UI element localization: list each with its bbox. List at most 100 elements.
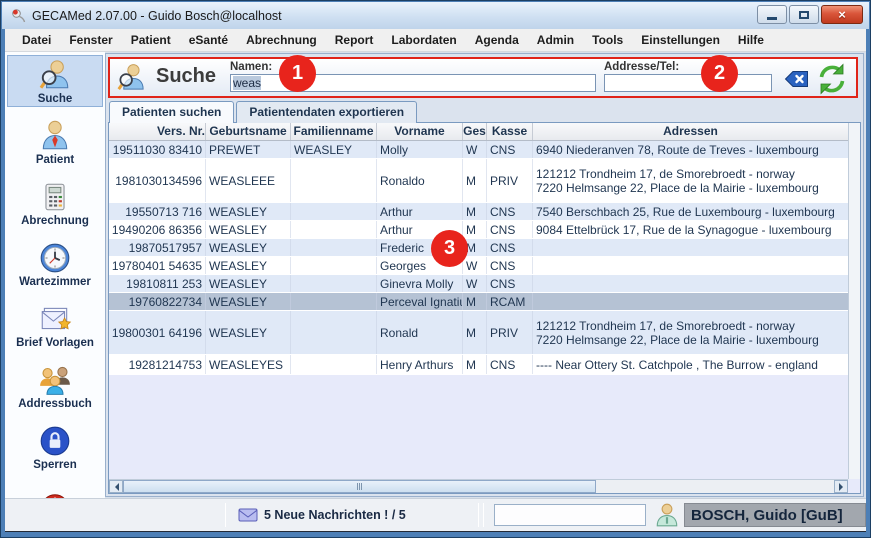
table-row[interactable]: 19780401 54635WEASLEYGeorgesWCNS — [109, 257, 848, 275]
app-icon — [10, 8, 26, 24]
tab-patienten-suchen[interactable]: Patienten suchen — [109, 101, 234, 123]
search-panel: Suche Namen: weas Addresse/Tel: — [108, 57, 858, 98]
cell-geburtsname: WEASLEY — [206, 203, 291, 220]
cell-familienname — [291, 275, 377, 292]
sidebar-item-label: Wartezimmer — [19, 276, 91, 288]
cell-ges: M — [463, 311, 487, 354]
menu-item-labordaten[interactable]: Labordaten — [382, 30, 465, 50]
letter-template-icon — [38, 302, 72, 336]
sidebar-item-label: Patient — [36, 154, 74, 166]
menu-item-agenda[interactable]: Agenda — [466, 30, 528, 50]
scroll-right-arrow[interactable] — [834, 480, 848, 493]
menu-item-fenster[interactable]: Fenster — [60, 30, 121, 50]
cell-ges: W — [463, 141, 487, 158]
column-header-adressen[interactable]: Adressen — [533, 123, 848, 140]
clear-back-icon — [784, 70, 809, 88]
horizontal-scrollbar[interactable] — [109, 479, 848, 493]
sidebar: Suche Patient Abrechnung Wartezimmer Brief V… — [5, 52, 105, 498]
cell-familienname — [291, 293, 377, 310]
sidebar-item-label: Brief Vorlagen — [16, 337, 94, 349]
cell-kasse: PRIV — [487, 311, 533, 354]
maximize-button[interactable] — [789, 5, 819, 24]
column-header-geschlecht[interactable]: Ges — [463, 123, 487, 140]
sidebar-item-patient[interactable]: Patient — [7, 116, 103, 168]
column-header-familienname[interactable]: Familienname — [291, 123, 377, 140]
vertical-scrollbar[interactable] — [848, 123, 860, 479]
horizontal-scroll-track[interactable] — [596, 480, 834, 493]
cell-kasse: CNS — [487, 203, 533, 220]
tab-patientendaten-exportieren[interactable]: Patientendaten exportieren — [236, 101, 417, 123]
lock-icon — [38, 424, 72, 458]
table-header: Vers. Nr. Geburtsname Familienname Vorna… — [109, 123, 848, 141]
sidebar-item-suche[interactable]: Suche — [7, 55, 103, 107]
cell-adressen: 121212 Trondheim 17, de Smorebroedt - no… — [533, 311, 848, 354]
address-line: 6940 Niederanven 78, Route de Treves - l… — [536, 143, 845, 157]
address-line: ---- Near Ottery St. Catchpole , The Bur… — [536, 358, 845, 372]
table-row[interactable]: 19281214753WEASLEYESHenry ArthursMCNS---… — [109, 355, 848, 375]
cell-familienname — [291, 159, 377, 202]
search-panel-title: Suche — [156, 65, 216, 88]
cell-adressen: 6940 Niederanven 78, Route de Treves - l… — [533, 141, 848, 158]
refresh-search-button[interactable] — [814, 61, 850, 97]
cell-vorname: Ginevra Molly — [377, 275, 463, 292]
table-row[interactable]: 1981030134596WEASLEEERonaldoMPRIV121212 … — [109, 159, 848, 203]
cell-vorname: Henry Arthurs — [377, 355, 463, 374]
annotation-callout-2: 2 — [701, 55, 738, 92]
menu-item-einstellungen[interactable]: Einstellungen — [632, 30, 729, 50]
sidebar-item-abrechnung[interactable]: Abrechnung — [7, 177, 103, 229]
table-row[interactable]: 19550713 716WEASLEYArthurMCNS7540 Bersch… — [109, 203, 848, 221]
table-row[interactable]: 19870517957WEASLEYFredericMCNS — [109, 239, 848, 257]
column-header-kasse[interactable]: Kasse — [487, 123, 533, 140]
menu-item-hilfe[interactable]: Hilfe — [729, 30, 773, 50]
table-row[interactable]: 19490206 86356WEASLEYArthurMCNS9084 Ette… — [109, 221, 848, 239]
column-header-vers-nr[interactable]: Vers. Nr. — [109, 123, 206, 140]
cell-familienname — [291, 355, 377, 374]
cell-vers-nr: 19870517957 — [109, 239, 206, 256]
cell-vers-nr: 1981030134596 — [109, 159, 206, 202]
menu-item-tools[interactable]: Tools — [583, 30, 632, 50]
table-body: 19511030 83410PREWETWEASLEYMollyWCNS6940… — [109, 141, 860, 375]
minimize-button[interactable] — [757, 5, 787, 24]
address-line: 7220 Helmsange 22, Place de la Mairie - … — [536, 333, 845, 347]
column-header-geburtsname[interactable]: Geburtsname — [206, 123, 291, 140]
menu-item-abrechnung[interactable]: Abrechnung — [237, 30, 326, 50]
new-messages-text[interactable]: 5 Neue Nachrichten ! / 5 — [264, 508, 406, 522]
cell-vorname: Molly — [377, 141, 463, 158]
clear-search-button[interactable] — [784, 70, 809, 88]
menu-item-patient[interactable]: Patient — [122, 30, 180, 50]
menu-item-esant[interactable]: eSanté — [180, 30, 237, 50]
sidebar-item-label: Abrechnung — [21, 215, 89, 227]
menu-item-admin[interactable]: Admin — [528, 30, 583, 50]
table-row[interactable]: 19511030 83410PREWETWEASLEYMollyWCNS6940… — [109, 141, 848, 159]
cell-ges: M — [463, 221, 487, 238]
table-row[interactable]: 19800301 64196WEASLEYRonaldMPRIV121212 T… — [109, 311, 848, 355]
menu-item-report[interactable]: Report — [326, 30, 383, 50]
address-line: 9084 Ettelbrück 17, Rue de la Synagogue … — [536, 223, 845, 237]
cell-geburtsname: WEASLEY — [206, 257, 291, 274]
sidebar-item-addressbuch[interactable]: Addressbuch — [7, 360, 103, 412]
address-input[interactable] — [604, 74, 772, 92]
annotation-callout-3: 3 — [431, 230, 468, 267]
close-button[interactable]: × — [821, 5, 863, 24]
scroll-left-arrow[interactable] — [109, 480, 123, 493]
cell-kasse: PRIV — [487, 159, 533, 202]
sidebar-item-sperren[interactable]: Sperren — [7, 421, 103, 473]
address-book-icon — [38, 363, 72, 397]
sidebar-item-brief-vorlagen[interactable]: Brief Vorlagen — [7, 299, 103, 351]
table-row[interactable]: 19810811 253WEASLEYGinevra MollyWCNS — [109, 275, 848, 293]
cell-ges: M — [463, 203, 487, 220]
column-header-vorname[interactable]: Vorname — [377, 123, 463, 140]
status-progress-field — [494, 504, 646, 526]
table-row[interactable]: 19760822734WEASLEYPerceval IgnatiusMRCAM — [109, 293, 848, 311]
cell-ges: M — [463, 293, 487, 310]
menu-item-datei[interactable]: Datei — [13, 30, 60, 50]
horizontal-scroll-thumb[interactable] — [123, 480, 596, 493]
cell-kasse: CNS — [487, 355, 533, 374]
cell-adressen: 121212 Trondheim 17, de Smorebroedt - no… — [533, 159, 848, 202]
cell-geburtsname: WEASLEY — [206, 221, 291, 238]
title-bar[interactable]: GECAMed 2.07.00 - Guido Bosch@localhost … — [2, 2, 869, 29]
cell-kasse: CNS — [487, 257, 533, 274]
cell-vorname: Ronald — [377, 311, 463, 354]
cell-vers-nr: 19760822734 — [109, 293, 206, 310]
sidebar-item-wartezimmer[interactable]: Wartezimmer — [7, 238, 103, 290]
